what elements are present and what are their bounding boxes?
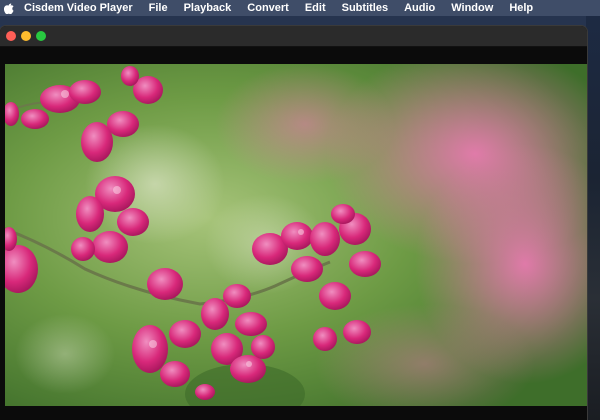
video-frame (5, 64, 587, 406)
video-area[interactable] (5, 64, 587, 406)
close-button[interactable] (6, 31, 16, 41)
menu-convert[interactable]: Convert (247, 0, 289, 16)
menu-help[interactable]: Help (509, 0, 533, 16)
menu-file[interactable]: File (149, 0, 168, 16)
menu-audio[interactable]: Audio (404, 0, 435, 16)
menu-window[interactable]: Window (451, 0, 493, 16)
menu-bar: Cisdem Video Player File Playback Conver… (0, 0, 600, 16)
window-titlebar[interactable] (0, 26, 587, 47)
zoom-button[interactable] (36, 31, 46, 41)
desktop-background (586, 16, 600, 420)
menu-edit[interactable]: Edit (305, 0, 326, 16)
menu-subtitles[interactable]: Subtitles (342, 0, 388, 16)
minimize-button[interactable] (21, 31, 31, 41)
player-window (0, 26, 587, 420)
app-name-menu[interactable]: Cisdem Video Player (24, 0, 133, 16)
apple-icon[interactable] (4, 3, 14, 14)
menu-playback[interactable]: Playback (184, 0, 232, 16)
